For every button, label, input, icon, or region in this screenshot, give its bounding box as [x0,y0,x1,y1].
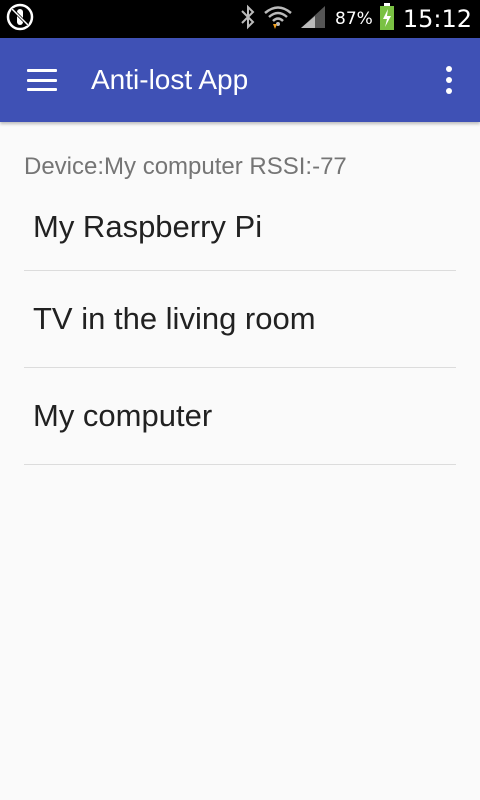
device-list: My Raspberry Pi TV in the living room My… [24,184,456,465]
app-bar: Anti-lost App [0,38,480,122]
wifi-icon [263,4,293,35]
list-item[interactable]: My computer [24,368,456,465]
list-item[interactable]: TV in the living room [24,271,456,368]
status-bar: 87% 15:12 [0,0,480,38]
device-status-text: Device:My computer RSSI:-77 [24,153,347,180]
app-title: Anti-lost App [91,64,249,95]
status-time: 15:12 [402,5,472,33]
overflow-menu-icon[interactable] [434,60,464,100]
battery-percent: 87% [335,9,373,29]
main-content: Device:My computer RSSI:-77 My Raspberry… [0,152,480,465]
bluetooth-icon [239,4,257,35]
battery-charging-icon [379,2,395,36]
hamburger-icon[interactable] [27,69,57,91]
signal-icon [299,4,327,35]
list-item[interactable]: My Raspberry Pi [24,184,456,271]
sync-icon [6,3,34,36]
